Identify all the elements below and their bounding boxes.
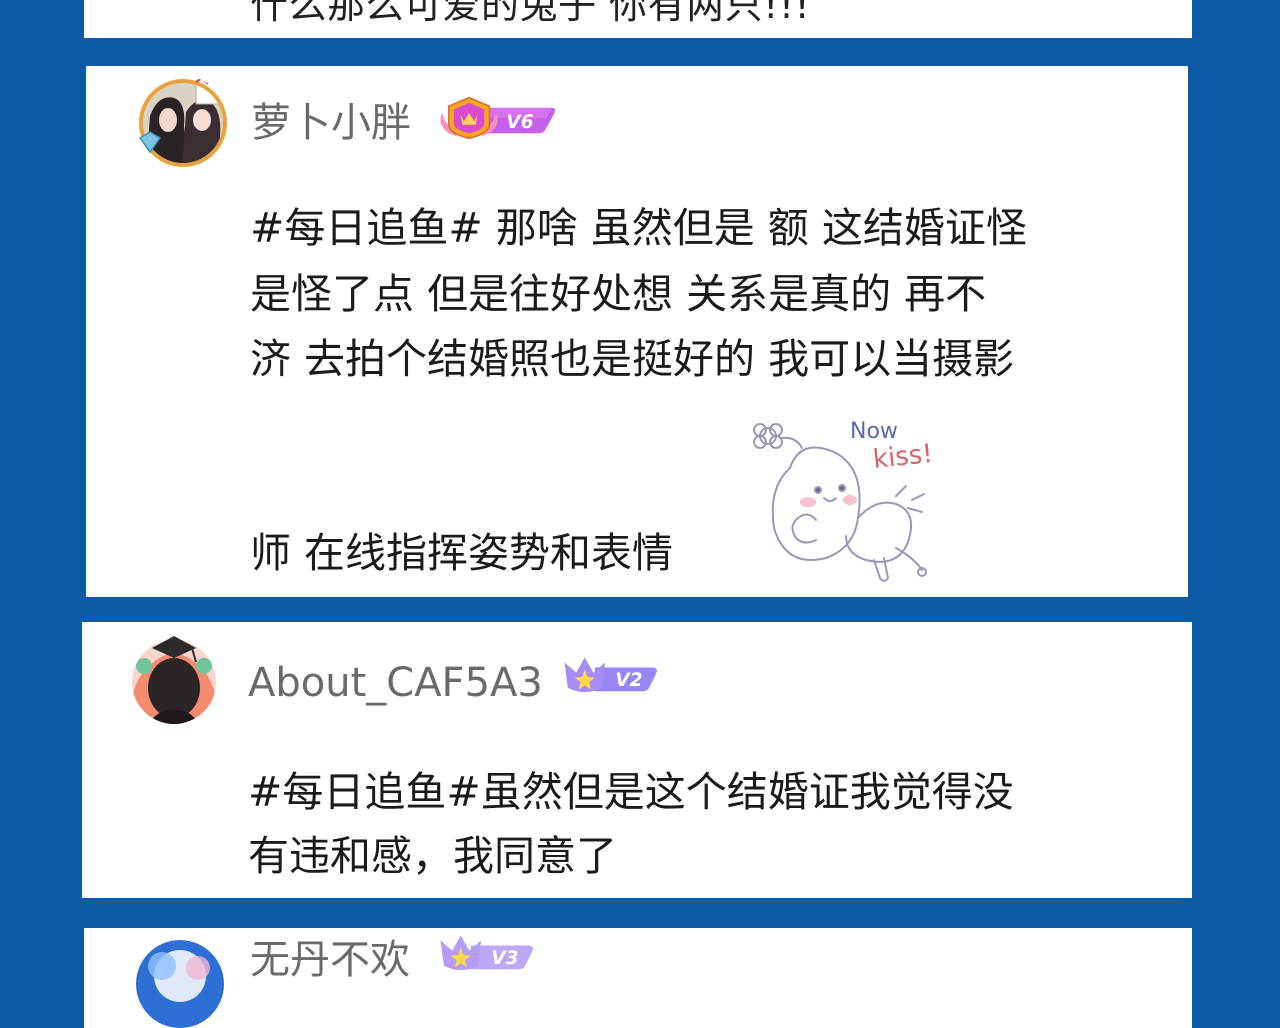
avatar-image-icon (138, 76, 227, 167)
comment-line: 是怪了点 但是往好处想 关系是真的 再不 (250, 270, 987, 318)
comment-line: 有违和感，我同意了 (248, 832, 617, 880)
svg-text:V3: V3 (491, 948, 518, 969)
username[interactable]: About_CAF5A3 (248, 663, 543, 703)
comment-text: 什么那么可爱的兔子 你有两只!!! (250, 0, 811, 27)
svg-text:Now: Now (850, 419, 898, 444)
username[interactable]: 无丹不欢 (250, 940, 410, 980)
bunny-kiss-sticker-icon: Now kiss! (753, 419, 935, 582)
level-badge-v6-icon: V6 (440, 96, 556, 140)
avatar-image-icon (136, 940, 224, 1028)
level-badge-v2-icon: V2 (564, 657, 657, 693)
user-avatar[interactable] (136, 76, 230, 170)
user-avatar[interactable] (122, 626, 226, 730)
svg-text:V6: V6 (506, 112, 533, 133)
level-badge-v3-icon: V3 (440, 935, 533, 971)
comment-card-top: 什么那么可爱的兔子 你有两只!!! (84, 0, 1192, 38)
comment-card[interactable]: 萝卜小胖 V6 #每日追鱼# 那啥 虽然但是 额 这结婚证怪 是怪了点 但是往好… (86, 66, 1188, 597)
comment-line: 济 去拍个结婚照也是挺好的 我可以当摄影 (250, 335, 1015, 383)
svg-text:V2: V2 (615, 670, 642, 691)
comment-line: 师 在线指挥姿势和表情 (250, 529, 674, 577)
avatar-image-icon (130, 636, 218, 726)
svg-text:kiss!: kiss! (872, 439, 935, 475)
username[interactable]: 萝卜小胖 (251, 103, 411, 143)
comment-card[interactable]: About_CAF5A3 V2 #每日追鱼#虽然但是这个结婚证我觉得没 有违和感… (82, 622, 1192, 898)
comment-line: #每日追鱼# 那啥 虽然但是 额 这结婚证怪 (250, 204, 1027, 252)
comment-card[interactable]: 无丹不欢 V3 (84, 928, 1192, 1028)
comment-line: #每日追鱼#虽然但是这个结婚证我觉得没 (248, 768, 1014, 816)
user-avatar[interactable] (132, 936, 228, 1028)
